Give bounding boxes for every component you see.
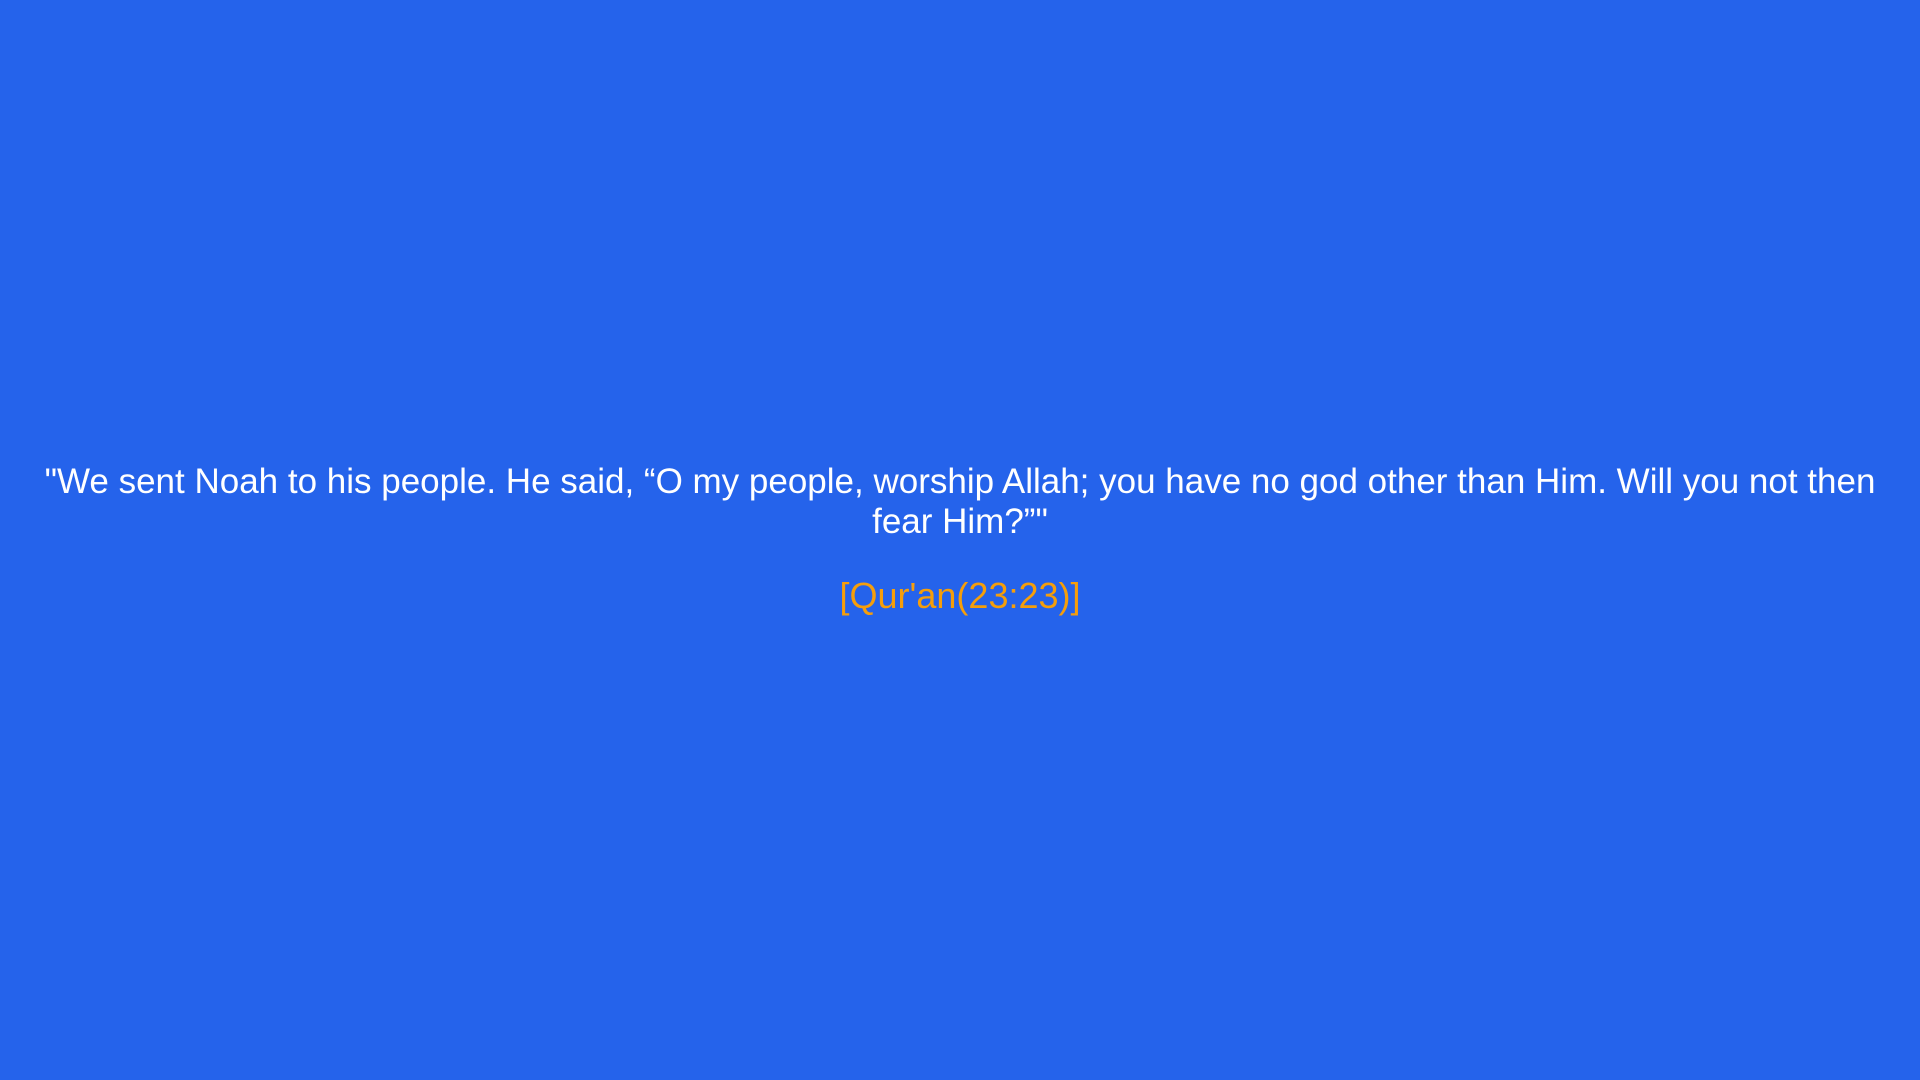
quote-text: "We sent Noah to his people. He said, “O… bbox=[44, 462, 1876, 541]
quote-reference: [Qur'an(23:23)] bbox=[839, 575, 1081, 616]
quote-panel: "We sent Noah to his people. He said, “O… bbox=[0, 0, 1920, 1080]
